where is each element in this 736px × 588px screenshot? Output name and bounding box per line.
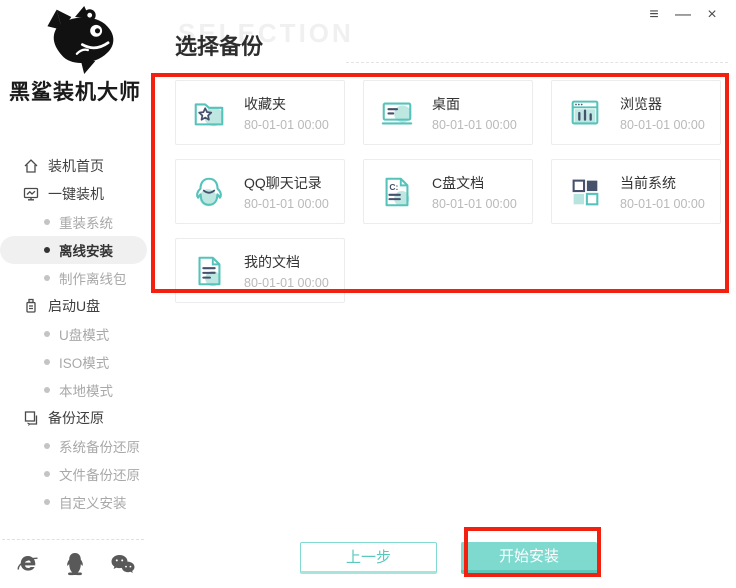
svg-text:C:: C: — [389, 182, 398, 192]
sidebar-item-reinstall-system[interactable]: 重装系统 — [0, 208, 150, 236]
favorites-folder-icon — [194, 102, 224, 126]
sidebar: 黑鲨装机大师 装机首页 一键装机 重装系统 离线安装 制作离线包 启动U盘 U盘… — [0, 0, 150, 588]
backup-card-current-system[interactable]: 当前系统 80-01-01 00:00 — [551, 159, 721, 224]
app-window: ≡ — × 黑鲨装机大师 装机首页 一键装机 重装系统 离线安装 制作离线包 启… — [0, 0, 736, 588]
sidebar-item-label: 自定义安装 — [59, 496, 127, 511]
card-date: 80-01-01 00:00 — [432, 117, 517, 132]
home-icon — [24, 159, 38, 173]
card-label: 桌面 — [432, 95, 460, 112]
main-content: SELECTION 选择备份 收藏夹 80-01-01 00:00 桌面 80-… — [150, 0, 736, 588]
app-logo: 黑鲨装机大师 — [0, 6, 150, 106]
app-name: 黑鲨装机大师 — [9, 81, 141, 104]
backup-restore-icon — [24, 411, 38, 426]
qq-penguin-icon — [196, 177, 222, 206]
card-label: 收藏夹 — [244, 95, 286, 112]
browser-icon — [571, 100, 599, 124]
backup-card-desktop[interactable]: 桌面 80-01-01 00:00 — [363, 80, 533, 145]
sidebar-item-custom-install[interactable]: 自定义安装 — [0, 488, 150, 516]
monitor-chart-icon — [23, 187, 39, 201]
sidebar-item-make-offline-pack[interactable]: 制作离线包 — [0, 264, 150, 292]
card-label: 浏览器 — [620, 95, 662, 112]
sidebar-item-file-backup-restore[interactable]: 文件备份还原 — [0, 460, 150, 488]
sidebar-item-label: 启动U盘 — [48, 298, 101, 314]
card-label: QQ聊天记录 — [244, 174, 322, 191]
sidebar-item-label: 离线安装 — [59, 244, 113, 259]
bullet-icon — [44, 275, 50, 281]
sidebar-item-label: 制作离线包 — [59, 272, 127, 287]
bullet-icon — [44, 247, 50, 253]
card-date: 80-01-01 00:00 — [432, 196, 517, 211]
sidebar-nav: 装机首页 一键装机 重装系统 离线安装 制作离线包 启动U盘 U盘模式 ISO模… — [0, 152, 150, 516]
card-date: 80-01-01 00:00 — [620, 196, 705, 211]
c-drive-doc-icon: C: — [385, 177, 410, 206]
sidebar-item-system-backup-restore[interactable]: 系统备份还原 — [0, 432, 150, 460]
bullet-icon — [44, 219, 50, 225]
backup-card-qq-history[interactable]: QQ聊天记录 80-01-01 00:00 — [175, 159, 345, 224]
backup-card-browser[interactable]: 浏览器 80-01-01 00:00 — [551, 80, 721, 145]
sidebar-item-label: ISO模式 — [59, 356, 110, 371]
minimize-icon[interactable]: — — [675, 4, 691, 26]
sidebar-item-label: 装机首页 — [48, 158, 104, 174]
card-date: 80-01-01 00:00 — [620, 117, 705, 132]
card-label: 我的文档 — [244, 253, 300, 270]
bullet-icon — [44, 331, 50, 337]
desktop-icon — [381, 101, 413, 124]
qq-icon[interactable] — [64, 552, 86, 576]
card-label: 当前系统 — [620, 174, 676, 191]
sidebar-item-offline-install[interactable]: 离线安装 — [0, 236, 147, 264]
previous-step-button[interactable]: 上一步 — [300, 542, 437, 574]
menu-icon[interactable]: ≡ — [646, 4, 662, 26]
sidebar-item-label: 本地模式 — [59, 384, 113, 399]
backup-card-c-drive-docs[interactable]: C: C盘文档 80-01-01 00:00 — [363, 159, 533, 224]
bullet-icon — [44, 499, 50, 505]
shark-logo-icon — [47, 6, 114, 74]
bullet-icon — [44, 387, 50, 393]
bullet-icon — [44, 471, 50, 477]
page-title: 选择备份 — [175, 34, 264, 59]
bullet-icon — [44, 359, 50, 365]
bullet-icon — [44, 443, 50, 449]
backup-cards-grid: 收藏夹 80-01-01 00:00 桌面 80-01-01 00:00 浏览器… — [175, 80, 729, 303]
sidebar-item-label: 备份还原 — [48, 410, 104, 426]
card-date: 80-01-01 00:00 — [244, 117, 329, 132]
my-documents-icon — [198, 256, 221, 286]
ie-icon[interactable] — [16, 552, 40, 576]
current-system-icon — [572, 179, 599, 205]
sidebar-item-iso-mode[interactable]: ISO模式 — [0, 348, 150, 376]
sidebar-item-label: 文件备份还原 — [59, 468, 140, 483]
sidebar-footer — [2, 539, 144, 580]
sidebar-item-backup-restore[interactable]: 备份还原 — [0, 404, 150, 432]
sidebar-item-label: 一键装机 — [48, 186, 104, 202]
window-controls: ≡ — × — [646, 4, 720, 26]
backup-card-my-documents[interactable]: 我的文档 80-01-01 00:00 — [175, 238, 345, 303]
sidebar-item-home[interactable]: 装机首页 — [0, 152, 150, 180]
sidebar-item-local-mode[interactable]: 本地模式 — [0, 376, 150, 404]
backup-card-favorites[interactable]: 收藏夹 80-01-01 00:00 — [175, 80, 345, 145]
start-install-button[interactable]: 开始安装 — [461, 542, 597, 574]
title-divider — [346, 62, 728, 63]
sidebar-item-label: U盘模式 — [59, 328, 110, 343]
sidebar-item-usb-mode[interactable]: U盘模式 — [0, 320, 150, 348]
sidebar-item-label: 系统备份还原 — [59, 440, 140, 455]
card-date: 80-01-01 00:00 — [244, 196, 329, 211]
card-label: C盘文档 — [432, 174, 485, 191]
sidebar-item-one-key-install[interactable]: 一键装机 — [0, 180, 150, 208]
usb-drive-icon — [26, 298, 36, 313]
card-date: 80-01-01 00:00 — [244, 275, 329, 290]
wechat-icon[interactable] — [110, 552, 136, 576]
close-icon[interactable]: × — [704, 4, 720, 26]
sidebar-item-label: 重装系统 — [59, 216, 113, 231]
sidebar-item-boot-usb[interactable]: 启动U盘 — [0, 292, 150, 320]
